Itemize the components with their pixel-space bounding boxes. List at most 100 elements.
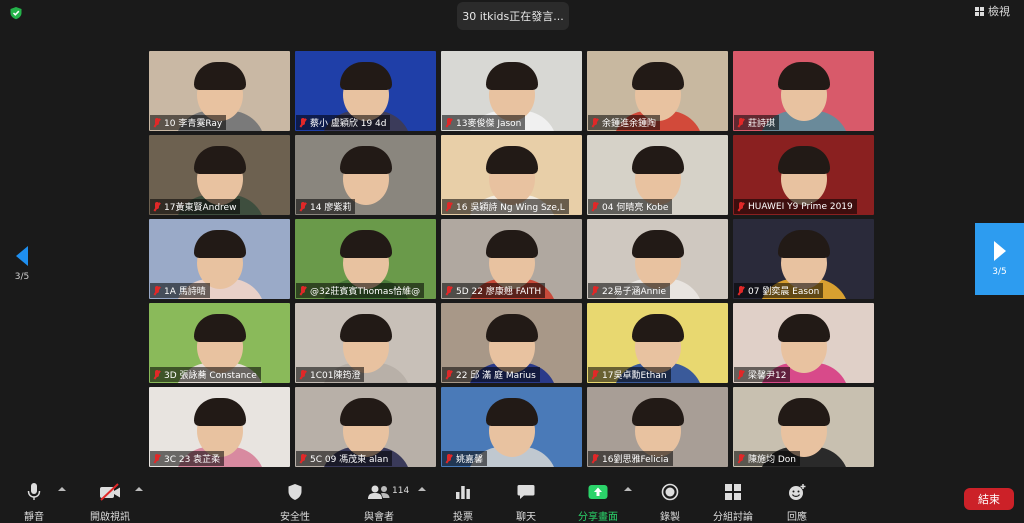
participant-name: 1A 馬詩晴 <box>164 287 206 297</box>
polls-button[interactable]: 投票 <box>453 482 473 523</box>
breakout-rooms-label: 分組討論 <box>713 512 753 523</box>
participant-video-tile[interactable]: 蔡小 盧穎欣 19 4d <box>295 51 436 131</box>
mic-muted-icon <box>445 117 453 128</box>
record-button[interactable]: 錄製 <box>660 482 680 523</box>
participant-name-bar: 22 邱 滿 庭 Marius <box>442 367 540 382</box>
participant-name: 10 李青霙Ray <box>164 119 223 129</box>
participant-name-bar: 14 廖紫莉 <box>296 199 356 214</box>
chat-label: 聊天 <box>516 512 536 523</box>
participant-video-tile[interactable]: 13麥俊傑 Jason <box>441 51 582 131</box>
participant-video-tile[interactable]: 1C01陳筠澄 <box>295 303 436 383</box>
polls-label: 投票 <box>453 512 473 523</box>
arrow-right-icon <box>993 241 1006 261</box>
participant-name-bar: 3C 23 袁芷柔 <box>150 451 225 466</box>
participant-name: 16劉思雅Felicia <box>602 455 669 465</box>
breakout-rooms-button[interactable]: 分組討論 <box>713 482 753 523</box>
participant-name: 5D 22 廖康翹 FAITH <box>456 287 542 297</box>
participant-video-tile[interactable]: 3D 張詠蕎 Constance <box>149 303 290 383</box>
participant-video-tile[interactable]: 5D 22 廖康翹 FAITH <box>441 219 582 299</box>
security-button[interactable]: 安全性 <box>280 482 310 523</box>
participant-name: 梁馨尹12 <box>748 371 787 381</box>
participants-options-caret[interactable] <box>418 487 426 491</box>
participants-count: 114 <box>392 486 410 496</box>
arrow-left-icon <box>16 246 28 266</box>
speaking-banner-text: 30 itkids正在發言... <box>462 10 564 23</box>
start-video-button[interactable]: 開啟視訊 <box>90 482 130 523</box>
participant-hair <box>485 62 538 91</box>
participant-video-tile[interactable]: 余鍾進余鍾陶 <box>587 51 728 131</box>
mic-muted-icon <box>299 453 307 464</box>
participant-name-bar: 04 何晴亮 Kobe <box>588 199 673 214</box>
participant-video-tile[interactable]: 1A 馬詩晴 <box>149 219 290 299</box>
participant-name: 5C 09 馮茂東 alan <box>310 455 389 465</box>
share-options-caret[interactable] <box>624 487 632 491</box>
participant-video-tile[interactable]: 04 何晴亮 Kobe <box>587 135 728 215</box>
participants-button[interactable]: 與會者 <box>364 482 394 523</box>
mic-muted-icon <box>737 453 745 464</box>
participant-name-bar: HUAWEI Y9 Prime 2019 <box>734 199 857 214</box>
end-meeting-label: 結束 <box>978 493 1000 506</box>
participant-video-tile[interactable]: 5C 09 馮茂東 alan <box>295 387 436 467</box>
participant-hair <box>339 398 392 427</box>
participant-video-tile[interactable]: 3C 23 袁芷柔 <box>149 387 290 467</box>
participant-video-tile[interactable]: 莊詩琪 <box>733 51 874 131</box>
participant-name: 17黃東賢Andrew <box>164 203 237 213</box>
participant-hair <box>631 314 684 343</box>
chat-button[interactable]: 聊天 <box>516 482 536 523</box>
participant-name-bar: 16劉思雅Felicia <box>588 451 673 466</box>
participant-name: 04 何晴亮 Kobe <box>602 203 669 213</box>
video-options-caret[interactable] <box>135 487 143 491</box>
mic-muted-icon <box>299 117 307 128</box>
participant-name: 蔡小 盧穎欣 19 4d <box>310 119 387 129</box>
mic-muted-icon <box>153 117 161 128</box>
participant-video-tile[interactable]: 22易子涵Annie <box>587 219 728 299</box>
participant-hair <box>485 146 538 175</box>
security-label: 安全性 <box>280 512 310 523</box>
meeting-toolbar: 靜音 開啟視訊 安全性 與會者 114 投票 聊天 分享畫面 錄製 分組討論 回… <box>0 478 1024 523</box>
end-meeting-button[interactable]: 結束 <box>964 488 1014 510</box>
previous-page-button[interactable]: 3/5 <box>8 246 36 292</box>
participant-video-tile[interactable]: 10 李青霙Ray <box>149 51 290 131</box>
audio-options-caret[interactable] <box>58 487 66 491</box>
participant-hair <box>339 230 392 259</box>
mic-muted-icon <box>153 453 161 464</box>
participant-video-tile[interactable]: 07 劉奕晨 Eason <box>733 219 874 299</box>
participant-hair <box>631 62 684 91</box>
participant-hair <box>193 230 246 259</box>
participant-video-tile[interactable]: 22 邱 滿 庭 Marius <box>441 303 582 383</box>
participant-name-bar: 1C01陳筠澄 <box>296 367 365 382</box>
view-button[interactable]: 檢視 <box>969 2 1016 20</box>
participant-name-bar: 10 李青霙Ray <box>150 115 227 130</box>
participant-hair <box>777 398 830 427</box>
participant-name-bar: 姚嘉馨 <box>442 451 488 466</box>
participant-name-bar: 1A 馬詩晴 <box>150 283 210 298</box>
mic-muted-icon <box>445 201 453 212</box>
mic-muted-icon <box>153 285 161 296</box>
participant-name-bar: 5C 09 馮茂東 alan <box>296 451 393 466</box>
participant-video-tile[interactable]: 17吳卓勳Ethan <box>587 303 728 383</box>
mic-muted-icon <box>591 285 599 296</box>
participant-video-tile[interactable]: HUAWEI Y9 Prime 2019 <box>733 135 874 215</box>
participant-name-bar: 余鍾進余鍾陶 <box>588 115 661 130</box>
participant-video-tile[interactable]: 姚嘉馨 <box>441 387 582 467</box>
mute-button[interactable]: 靜音 <box>24 482 44 523</box>
mic-muted-icon <box>737 369 745 380</box>
participant-name: @32莊賓賓Thomas恰維@ <box>310 287 421 297</box>
participant-video-tile[interactable]: 16劉思雅Felicia <box>587 387 728 467</box>
participant-video-tile[interactable]: 梁馨尹12 <box>733 303 874 383</box>
participant-video-tile[interactable]: 14 廖紫莉 <box>295 135 436 215</box>
participant-hair <box>777 62 830 91</box>
reactions-button[interactable]: 回應 <box>787 482 807 523</box>
mic-muted-icon <box>445 453 453 464</box>
participant-name: 07 劉奕晨 Eason <box>748 287 820 297</box>
mic-muted-icon <box>445 285 453 296</box>
participant-video-tile[interactable]: 16 吳穎詩 Ng Wing Sze,L <box>441 135 582 215</box>
participant-name: 莊詩琪 <box>748 119 776 129</box>
participant-video-tile[interactable]: @32莊賓賓Thomas恰維@ <box>295 219 436 299</box>
share-screen-button[interactable]: 分享畫面 <box>578 482 618 523</box>
participant-name: 1C01陳筠澄 <box>310 371 361 381</box>
participant-video-tile[interactable]: 陳施均 Don <box>733 387 874 467</box>
security-shield-icon[interactable] <box>9 6 23 20</box>
participant-video-tile[interactable]: 17黃東賢Andrew <box>149 135 290 215</box>
next-page-button[interactable]: 3/5 <box>975 223 1024 295</box>
